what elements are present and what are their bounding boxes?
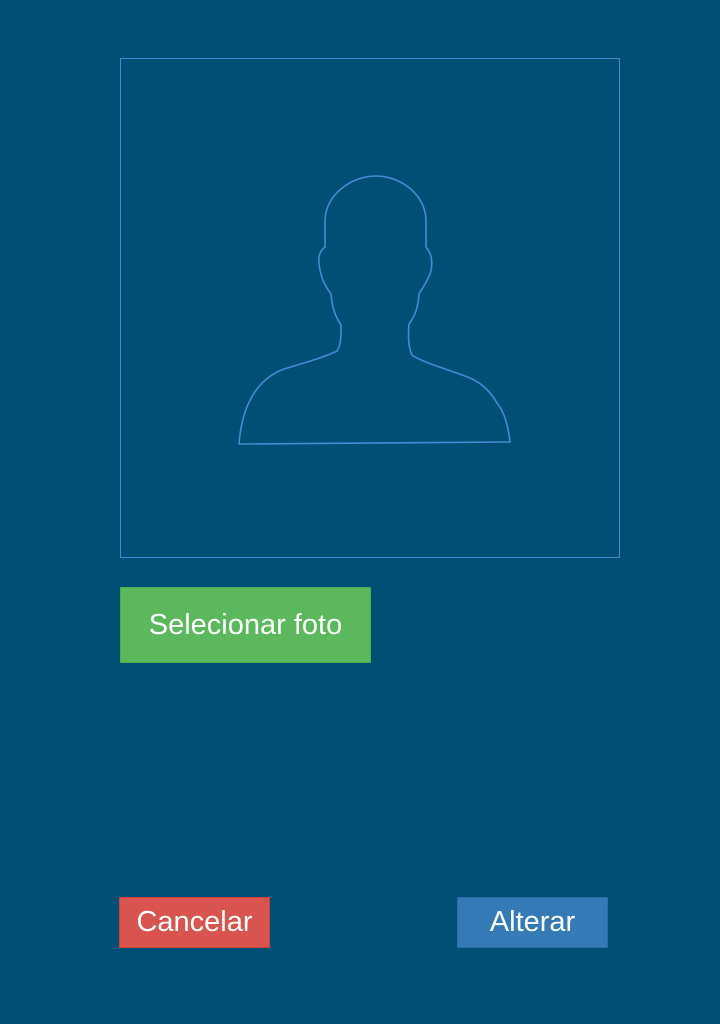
photo-change-screen: Selecionar foto Cancelar Alterar — [0, 0, 720, 1024]
change-button[interactable]: Alterar — [457, 897, 608, 948]
select-photo-button[interactable]: Selecionar foto — [120, 587, 371, 663]
user-silhouette-icon — [238, 175, 511, 445]
photo-preview-frame — [120, 58, 620, 558]
cancel-button[interactable]: Cancelar — [119, 897, 270, 948]
